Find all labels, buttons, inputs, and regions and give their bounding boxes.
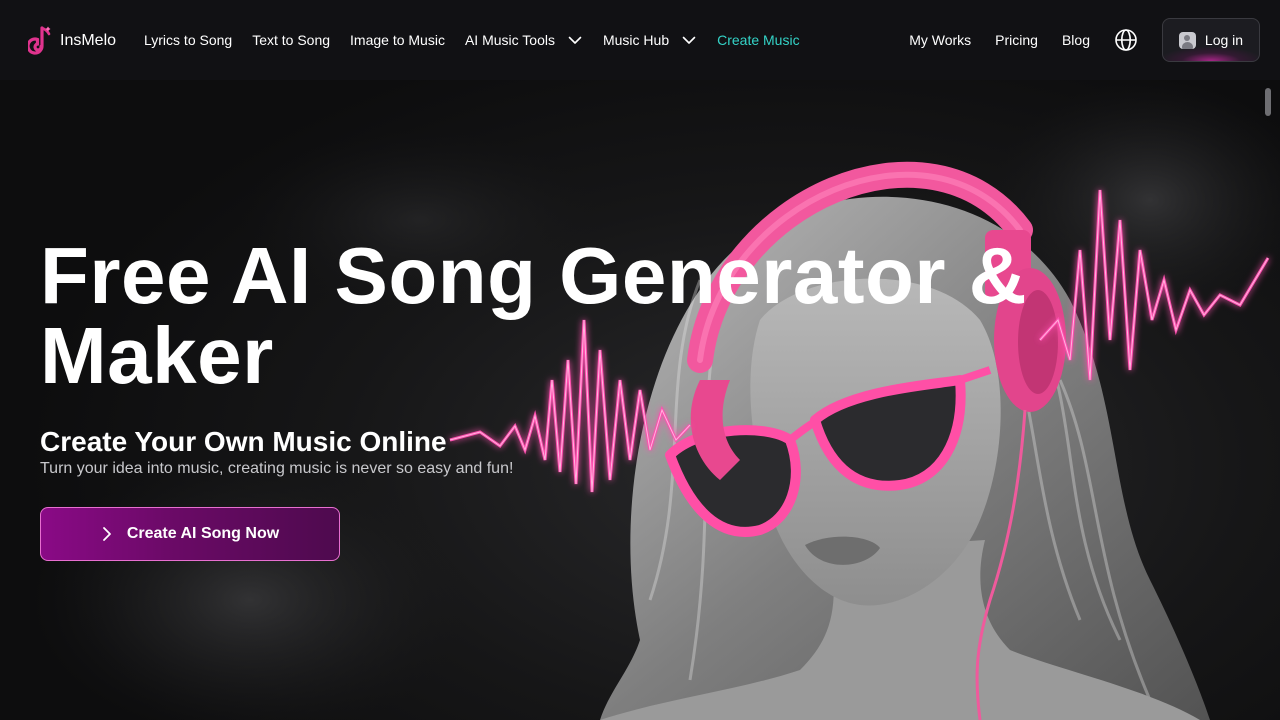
nav-label: Image to Music — [350, 32, 445, 48]
nav-my-works[interactable]: My Works — [909, 32, 971, 48]
create-ai-song-button[interactable]: Create AI Song Now — [40, 507, 340, 561]
page: InsMelo Lyrics to Song Text to Song Imag… — [0, 0, 1280, 720]
hero-background-illustration — [30, 80, 1280, 720]
nav-lyrics-to-song[interactable]: Lyrics to Song — [144, 32, 232, 48]
cta-label: Create AI Song Now — [126, 525, 280, 542]
nav-label: Lyrics to Song — [144, 32, 233, 48]
nav-label: Pricing — [995, 32, 1038, 48]
nav-label: Create Music — [717, 32, 800, 48]
brand-name: InsMelo — [60, 32, 117, 49]
chevron-right-icon — [102, 527, 111, 541]
globe-icon[interactable] — [1114, 28, 1138, 52]
hero-title: Free AI Song Generator & Maker — [40, 231, 1027, 400]
nav-blog[interactable]: Blog — [1062, 32, 1090, 48]
chevron-down-icon — [568, 36, 582, 44]
hero-description: Turn your idea into music, creating musi… — [40, 460, 514, 477]
chevron-down-icon — [682, 36, 696, 44]
nav-text-to-song[interactable]: Text to Song — [252, 32, 330, 48]
main-nav: Lyrics to Song Text to Song Image to Mus… — [144, 30, 820, 50]
nav-music-hub-dropdown[interactable]: Music Hub — [603, 32, 697, 48]
music-note-logo-icon — [28, 26, 51, 55]
login-label: Log in — [1204, 32, 1244, 48]
nav-label: Blog — [1061, 32, 1090, 48]
user-avatar-icon — [1178, 31, 1196, 49]
hero-section: Free AI Song Generator & Maker Create Yo… — [0, 80, 1280, 720]
nav-label: Music Hub — [602, 32, 670, 48]
top-navigation-bar: InsMelo Lyrics to Song Text to Song Imag… — [0, 0, 1280, 80]
nav-label: Text to Song — [252, 32, 331, 48]
account-nav: My Works Pricing Blog Log in — [909, 18, 1260, 62]
nav-image-to-music[interactable]: Image to Music — [350, 32, 445, 48]
nav-create-music[interactable]: Create Music — [717, 32, 799, 48]
page-scrollbar[interactable] — [1265, 88, 1271, 116]
hero-subtitle: Create Your Own Music Online — [40, 426, 447, 457]
login-button[interactable]: Log in — [1162, 18, 1260, 62]
nav-label: My Works — [909, 32, 972, 48]
brand-logo-link[interactable]: InsMelo — [28, 26, 116, 56]
nav-pricing[interactable]: Pricing — [995, 32, 1038, 48]
nav-label: AI Music Tools — [464, 32, 555, 48]
nav-ai-music-tools-dropdown[interactable]: AI Music Tools — [465, 32, 583, 48]
